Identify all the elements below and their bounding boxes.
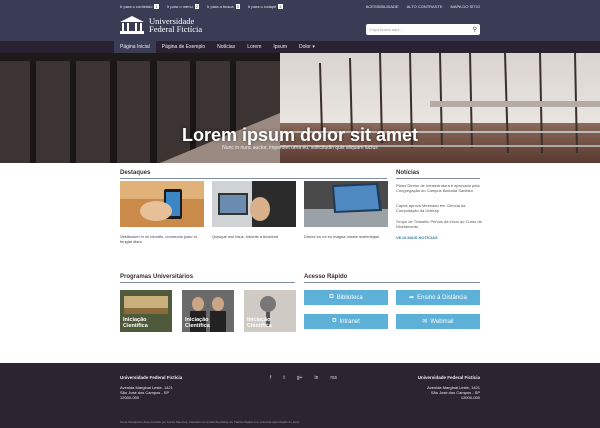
footer-university-name-right: Universidade Federal Fictícia xyxy=(417,375,480,380)
footer-credit: Tema Wordpress desenvolvido por Lucas Sa… xyxy=(120,420,301,424)
university-building-icon xyxy=(120,16,144,34)
destaque-image-3[interactable] xyxy=(304,181,388,227)
utility-links: ACESSIBILIDADE ALTO CONTRASTE MAPA DO SÍ… xyxy=(366,4,480,9)
biblioteca-label: Biblioteca xyxy=(336,294,363,301)
program-card-1[interactable]: Iniciação Científica xyxy=(120,290,172,332)
footer-university-name: Universidade Federal Fictícia xyxy=(120,375,183,380)
rss-icon[interactable]: rss xyxy=(330,375,337,381)
google-plus-icon[interactable]: g+ xyxy=(297,375,303,381)
destaques-divider xyxy=(120,178,387,179)
program-label-1: Iniciação Científica xyxy=(123,317,148,329)
skip-link-content[interactable]: Ir para o conteúdo 1 xyxy=(120,4,159,9)
social-links: f t g+ in rss xyxy=(270,375,337,381)
nav-item-ipsum[interactable]: Ipsum xyxy=(267,41,293,53)
footer-address: Avenida Marginal Leste, 1421 São José do… xyxy=(120,385,182,400)
destaque-image-1[interactable] xyxy=(120,181,204,227)
news-item-3[interactable]: Grupo de Trabalho Pervus dá início ao Cu… xyxy=(396,219,482,229)
search-placeholder: Faça busca aqui ... xyxy=(370,27,404,32)
high-contrast-link[interactable]: ALTO CONTRASTE xyxy=(407,4,443,9)
news-item-2[interactable]: Capes aprova Mestrado em Ciência da Comp… xyxy=(396,203,482,213)
webmail-button[interactable]: ✉ Webmail xyxy=(396,314,480,329)
search-icon[interactable]: ⚲ xyxy=(473,26,477,33)
webmail-label: Webmail xyxy=(430,318,454,325)
hero-title: Lorem ipsum dolor sit amet xyxy=(181,125,419,145)
ensino-distancia-button[interactable]: ➦ Ensino à Distância xyxy=(396,290,480,305)
destaque-caption-2[interactable]: Quisque nisi risus, lobortis a tincidunt xyxy=(212,234,296,239)
nav-item-news[interactable]: Notícias xyxy=(211,41,241,53)
more-news-link[interactable]: VEJA MAIS NOTÍCIAS xyxy=(396,235,438,240)
sitemap-link[interactable]: MAPA DO SÍTIO xyxy=(451,4,481,9)
external-link-icon: ⧉ xyxy=(332,318,337,324)
footer-left: Universidade Federal Fictícia Avenida Ma… xyxy=(120,375,182,400)
main-nav: Página Inicial Página de Exemplo Notícia… xyxy=(0,41,600,53)
nav-item-example[interactable]: Página de Exemplo xyxy=(156,41,211,53)
mail-icon: ✉ xyxy=(422,319,428,325)
biblioteca-button[interactable]: ⧉ Biblioteca xyxy=(304,290,388,305)
noticias-title: Notícias xyxy=(396,170,420,176)
news-item-1[interactable]: Plano Diretor de Infraestrutura é aprova… xyxy=(396,183,482,193)
address-right-line-3: 12000-000 xyxy=(460,395,480,400)
twitter-icon[interactable]: t xyxy=(283,375,284,381)
skip-link-search[interactable]: Ir para a busca 3 xyxy=(207,4,240,9)
intranet-button[interactable]: ⧉ Intranet xyxy=(304,314,388,329)
program-card-2[interactable]: Iniciação Científica xyxy=(182,290,234,332)
search-input[interactable]: Faça busca aqui ... ⚲ xyxy=(366,24,480,35)
footer-address-right: Avenida Marginal Leste, 1421 São José do… xyxy=(418,385,480,400)
accessibility-link[interactable]: ACESSIBILIDADE xyxy=(366,4,399,9)
facebook-icon[interactable]: f xyxy=(270,375,271,381)
site-logo[interactable]: Universidade Federal Fictícia xyxy=(120,16,202,34)
destaque-caption-3[interactable]: Donec eu mi eu magna ornare scelerisque xyxy=(304,234,388,239)
skip-link-footer[interactable]: Ir para o rodapé 4 xyxy=(248,4,283,9)
acesso-title: Acesso Rápido xyxy=(304,274,348,280)
footer-right: Universidade Federal Fictícia Avenida Ma… xyxy=(418,375,480,400)
linkedin-icon[interactable]: in xyxy=(314,375,318,381)
intranet-label: Intranet xyxy=(339,318,360,325)
program-label-2: Iniciação Científica xyxy=(185,317,210,329)
skip-link-menu[interactable]: Ir para o menu 2 xyxy=(167,4,199,9)
nav-item-lorem[interactable]: Lorem xyxy=(241,41,267,53)
nav-item-dolor[interactable]: Dolor ▾ xyxy=(293,41,321,53)
nav-item-home[interactable]: Página Inicial xyxy=(114,41,156,53)
destaques-title: Destaques xyxy=(120,170,151,176)
header: Ir para o conteúdo 1 Ir para o menu 2 Ir p… xyxy=(0,0,600,45)
address-line-3: 12000-000 xyxy=(120,395,140,400)
external-link-icon: ⧉ xyxy=(329,294,334,300)
destaque-image-2[interactable] xyxy=(212,181,296,227)
logo-line-2: Federal Fictícia xyxy=(149,24,203,34)
skip-links: Ir para o conteúdo 1 Ir para o menu 2 Ir p… xyxy=(120,4,283,9)
noticias-divider xyxy=(396,178,480,179)
footer: Universidade Federal Fictícia Avenida Ma… xyxy=(0,363,600,428)
programas-title: Programas Universitários xyxy=(120,274,194,280)
program-label-3: Iniciação Científica xyxy=(247,317,272,329)
program-card-3[interactable]: Iniciação Científica xyxy=(244,290,296,332)
share-icon: ➦ xyxy=(409,295,415,301)
ensino-distancia-label: Ensino à Distância xyxy=(417,294,467,301)
destaque-caption-1[interactable]: Vestibulum in mi lobortis, commodo justo… xyxy=(120,234,204,244)
hero-subtitle: Nunc in nunc auctor, imperdiet urna eu, … xyxy=(222,145,378,151)
programas-divider xyxy=(120,282,295,283)
acesso-divider xyxy=(304,282,480,283)
